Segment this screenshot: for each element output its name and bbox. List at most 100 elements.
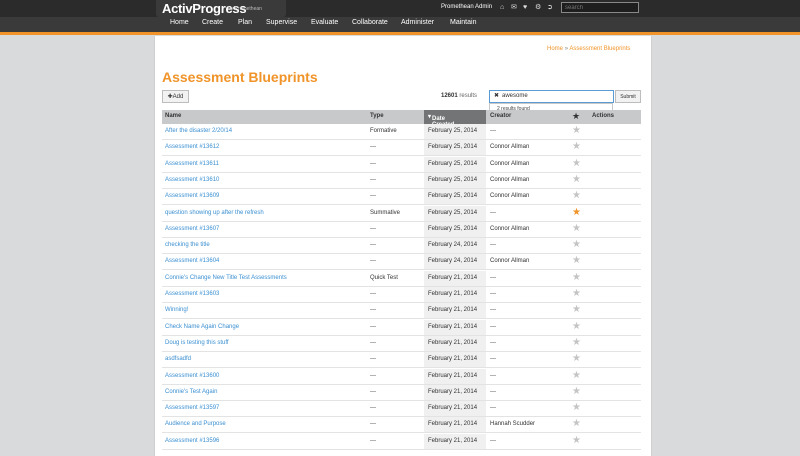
- breadcrumb-home[interactable]: Home: [547, 46, 563, 52]
- search-input[interactable]: ✖ awesome: [489, 90, 614, 103]
- table-row: asdfsadfd --- February 21, 2014 --- ★: [162, 352, 641, 369]
- blueprint-name-link[interactable]: Check Name Again Change: [165, 324, 239, 330]
- column-type[interactable]: Type: [370, 113, 384, 119]
- table-row: Assessment #13611 --- February 25, 2014 Con…: [162, 156, 641, 173]
- creator: ---: [490, 128, 496, 134]
- favorite-star-icon[interactable]: ★: [572, 353, 581, 365]
- favorite-star-icon[interactable]: ★: [572, 288, 581, 300]
- blueprint-name-link[interactable]: Assessment #13597: [165, 405, 219, 411]
- blueprint-name-link[interactable]: Assessment #13596: [165, 438, 219, 444]
- favorite-star-icon[interactable]: ★: [572, 223, 581, 235]
- favorite-star-icon[interactable]: ★: [572, 174, 581, 186]
- mail-icon[interactable]: ✉: [511, 3, 517, 13]
- column-favorite-star-icon[interactable]: ★: [572, 111, 580, 122]
- favorite-star-icon[interactable]: ★: [572, 239, 581, 251]
- heart-icon[interactable]: ♥: [523, 3, 527, 13]
- blueprint-name-link[interactable]: After the disaster 2/20/14: [165, 128, 232, 134]
- favorite-star-icon[interactable]: ★: [572, 370, 581, 382]
- nav-create[interactable]: Create: [202, 19, 223, 26]
- blueprint-name-link[interactable]: Connie's Change New Title Test Assessmen…: [165, 275, 287, 281]
- nav-home[interactable]: Home: [170, 19, 189, 26]
- add-button-label: Add: [172, 94, 184, 100]
- date-created-cell: February 21, 2014: [424, 417, 486, 433]
- nav-plan[interactable]: Plan: [238, 19, 252, 26]
- date-created-cell: February 21, 2014: [424, 401, 486, 417]
- clear-search-icon[interactable]: ✖: [494, 92, 499, 99]
- date-created: February 25, 2014: [428, 160, 478, 167]
- add-button[interactable]: ✚Add: [162, 90, 189, 103]
- favorite-star-icon[interactable]: ★: [572, 255, 581, 267]
- favorite-star-icon[interactable]: ★: [572, 321, 581, 333]
- date-created: February 25, 2014: [428, 193, 478, 200]
- favorite-star-icon[interactable]: ★: [572, 304, 581, 316]
- global-search-input[interactable]: [561, 2, 639, 13]
- table-row: Assessment #13597 --- February 21, 2014 ---…: [162, 401, 641, 418]
- blueprint-name-link[interactable]: Assessment #13604: [165, 258, 219, 264]
- blueprint-name-link[interactable]: Audience and Purpose: [165, 421, 226, 427]
- column-date-created[interactable]: Date Created ▾: [424, 110, 486, 128]
- blueprint-type: ---: [370, 339, 376, 346]
- user-name[interactable]: Promethean Admin: [441, 4, 492, 10]
- blueprint-name-link[interactable]: Winning!: [165, 307, 188, 313]
- top-bar: ActivProgress by Promethean Promethean A…: [0, 0, 800, 17]
- date-created: February 21, 2014: [428, 356, 478, 363]
- favorite-star-icon[interactable]: ★: [572, 125, 581, 137]
- table-row: Assessment #13609 --- February 25, 2014 Con…: [162, 189, 641, 206]
- table-row: Assessment #13610 --- February 25, 2014 Con…: [162, 172, 641, 189]
- favorite-star-icon[interactable]: ★: [572, 337, 581, 349]
- table-row: Connie's Change New Title Test Assessmen…: [162, 270, 641, 287]
- favorite-star-icon[interactable]: ★: [572, 435, 581, 447]
- search-value: awesome: [502, 93, 528, 99]
- date-created: February 21, 2014: [428, 307, 478, 314]
- logout-icon[interactable]: ➲: [547, 3, 553, 13]
- nav-administer[interactable]: Administer: [401, 19, 434, 26]
- table-row: question showing up after the refresh Sum…: [162, 205, 641, 222]
- creator: ---: [490, 339, 496, 346]
- blueprint-name-link[interactable]: Assessment #13610: [165, 177, 219, 183]
- table-row: Assessment #13600 --- February 21, 2014 ---…: [162, 368, 641, 385]
- blueprint-name-link[interactable]: Connie's Test Again: [165, 389, 217, 395]
- date-created: February 21, 2014: [428, 339, 478, 346]
- favorite-star-icon[interactable]: ★: [572, 190, 581, 202]
- date-created-cell: February 21, 2014: [424, 335, 486, 351]
- nav-collaborate[interactable]: Collaborate: [352, 19, 388, 26]
- brand-logo[interactable]: ActivProgress by Promethean: [156, 0, 286, 17]
- date-created: February 24, 2014: [428, 242, 478, 249]
- date-created: February 25, 2014: [428, 176, 478, 183]
- blueprint-name-link[interactable]: Assessment #13607: [165, 226, 219, 232]
- gear-icon[interactable]: ⚙: [535, 3, 541, 13]
- favorite-star-icon[interactable]: ★: [572, 418, 581, 430]
- favorite-star-icon[interactable]: ★: [572, 141, 581, 153]
- blueprint-name-link[interactable]: Doug is testing this stuff: [165, 340, 229, 346]
- blueprint-name-link[interactable]: Assessment #13611: [165, 161, 219, 167]
- date-created: February 21, 2014: [428, 291, 478, 297]
- date-created-cell: February 24, 2014: [424, 238, 486, 254]
- favorite-star-icon[interactable]: ★: [572, 402, 581, 414]
- date-created: February 21, 2014: [428, 372, 478, 379]
- results-count: 12601: [441, 93, 458, 99]
- breadcrumb-separator: »: [564, 46, 569, 52]
- creator: Hannah Scudder: [490, 421, 536, 428]
- blueprint-name-link[interactable]: question showing up after the refresh: [165, 210, 264, 216]
- date-created-cell: February 21, 2014: [424, 270, 486, 286]
- favorite-star-icon[interactable]: ★: [572, 272, 581, 284]
- favorite-star-icon[interactable]: ★: [572, 207, 581, 219]
- column-name[interactable]: Name: [165, 113, 181, 119]
- blueprint-name-link[interactable]: Assessment #13609: [165, 193, 219, 199]
- nav-evaluate[interactable]: Evaluate: [311, 19, 338, 26]
- column-creator[interactable]: Creator: [490, 113, 511, 119]
- blueprint-name-link[interactable]: Assessment #13612: [165, 144, 219, 150]
- nav-maintain[interactable]: Maintain: [450, 19, 476, 26]
- favorite-star-icon[interactable]: ★: [572, 386, 581, 398]
- blueprint-name-link[interactable]: asdfsadfd: [165, 356, 191, 362]
- blueprint-name-link[interactable]: Assessment #13603: [165, 291, 219, 297]
- table-row: Winning! --- February 21, 2014 --- ★: [162, 303, 641, 320]
- creator: ---: [490, 274, 496, 281]
- blueprint-name-link[interactable]: Assessment #13600: [165, 373, 219, 379]
- blueprint-type: ---: [370, 242, 376, 249]
- blueprint-name-link[interactable]: checking the title: [165, 242, 210, 248]
- favorite-star-icon[interactable]: ★: [572, 158, 581, 170]
- home-icon[interactable]: ⌂: [500, 3, 504, 13]
- submit-button[interactable]: Submit: [615, 90, 641, 103]
- nav-supervise[interactable]: Supervise: [266, 19, 297, 26]
